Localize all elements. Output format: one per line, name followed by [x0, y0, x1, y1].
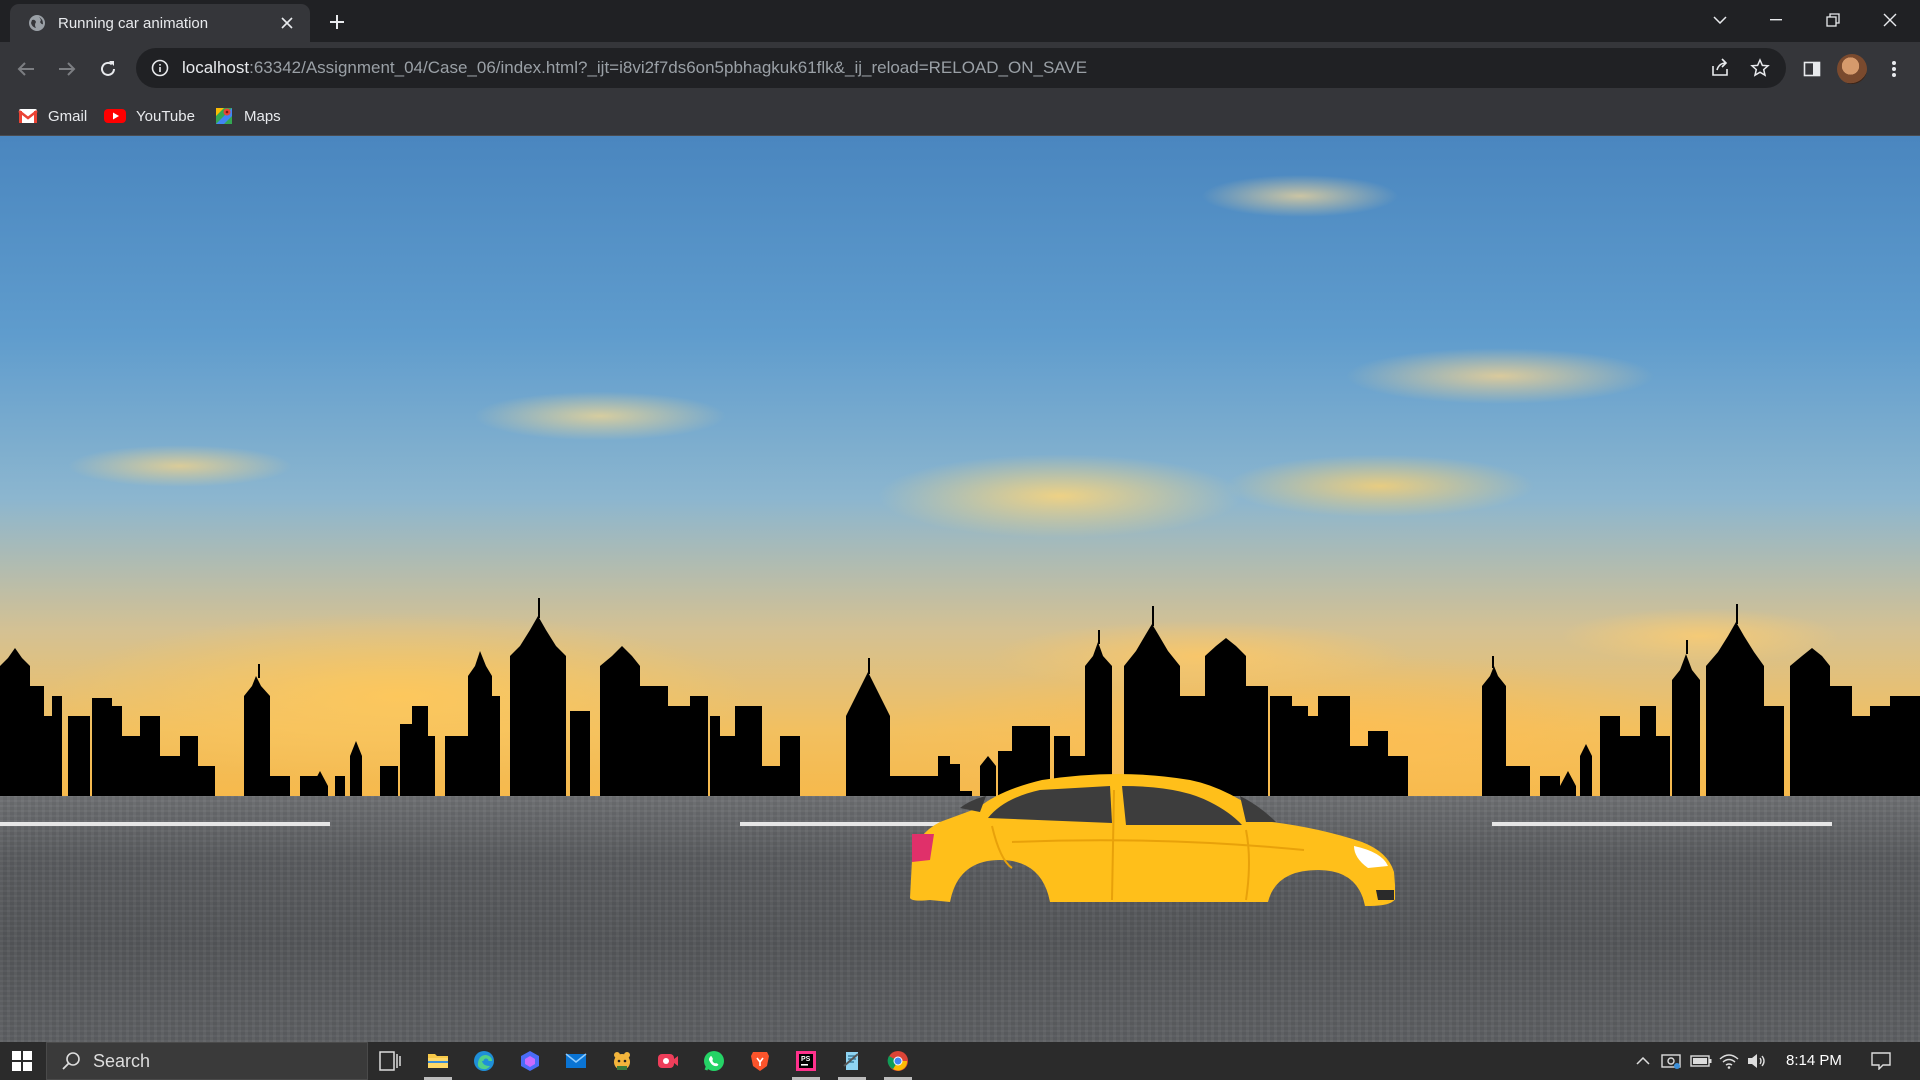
bookmark-label: Gmail [48, 107, 88, 125]
close-tab-icon[interactable] [276, 12, 298, 34]
forward-button[interactable] [51, 53, 83, 85]
maps-icon [216, 108, 232, 124]
svg-text:PS: PS [801, 1056, 811, 1063]
chrome-icon[interactable] [878, 1045, 918, 1080]
task-view-icon[interactable] [370, 1045, 410, 1077]
screen-recorder-icon[interactable] [648, 1045, 688, 1077]
volume-icon[interactable] [1744, 1048, 1770, 1074]
brave-icon[interactable] [740, 1045, 780, 1077]
bookmarks-bar: Gmail YouTube Maps [0, 96, 1920, 136]
battery-icon[interactable] [1688, 1048, 1714, 1074]
chevron-up-icon[interactable] [1630, 1048, 1656, 1074]
search-icon [62, 1052, 80, 1070]
mail-icon[interactable] [556, 1045, 596, 1077]
browser-toolbar: localhost:63342/Assignment_04/Case_06/in… [0, 42, 1920, 96]
file-explorer-icon[interactable] [418, 1045, 458, 1080]
bookmark-label: YouTube [136, 107, 195, 125]
bookmark-youtube[interactable]: YouTube [104, 104, 195, 128]
car-front-grille [1376, 890, 1394, 900]
notification-center-icon[interactable] [1868, 1048, 1894, 1074]
windows-taskbar: Search PS 8:14 PM [0, 1042, 1920, 1080]
url-path: :63342/Assignment_04/Case_06/index.html?… [249, 58, 1088, 77]
site-info-icon[interactable] [150, 58, 170, 78]
profile-avatar[interactable] [1837, 54, 1867, 84]
pets-app-icon[interactable] [602, 1045, 642, 1077]
copilot-icon[interactable] [510, 1045, 550, 1077]
notepad-icon[interactable] [832, 1045, 872, 1080]
lane-marking [0, 822, 330, 826]
minimize-button[interactable] [1748, 0, 1804, 40]
wifi-icon[interactable] [1716, 1048, 1742, 1074]
whatsapp-icon[interactable] [694, 1045, 734, 1077]
tab-title: Running car animation [58, 14, 209, 32]
bookmark-gmail[interactable]: Gmail [18, 104, 87, 128]
globe-icon [29, 15, 45, 31]
car-mirror [1240, 796, 1276, 822]
back-button[interactable] [10, 53, 42, 85]
address-bar[interactable]: localhost:63342/Assignment_04/Case_06/in… [136, 48, 1786, 88]
side-panel-icon[interactable] [1796, 53, 1828, 85]
gmail-icon [18, 109, 38, 123]
close-window-button[interactable] [1862, 0, 1918, 40]
yellow-car [910, 774, 1395, 906]
bookmark-maps[interactable]: Maps [214, 104, 281, 128]
meet-now-icon[interactable] [1658, 1048, 1684, 1074]
windows-logo-icon [12, 1051, 32, 1071]
jetbrains-icon[interactable]: PS [786, 1045, 826, 1080]
new-tab-button[interactable] [324, 9, 350, 35]
start-button[interactable] [0, 1042, 44, 1080]
lane-marking [1492, 822, 1832, 826]
share-icon[interactable] [1708, 56, 1732, 80]
browser-tab[interactable]: Running car animation [10, 4, 310, 42]
tab-search-button[interactable] [1692, 0, 1748, 40]
bookmark-star-icon[interactable] [1748, 56, 1772, 80]
url-host: localhost [182, 58, 250, 77]
search-placeholder: Search [93, 1050, 151, 1071]
reload-button[interactable] [92, 53, 124, 85]
taskbar-search-box[interactable]: Search [46, 1042, 368, 1080]
menu-dots-icon[interactable] [1878, 53, 1910, 85]
taskbar-clock[interactable]: 8:14 PM [1786, 1052, 1842, 1069]
tab-strip: Running car animation [0, 0, 1920, 42]
edge-icon[interactable] [464, 1045, 504, 1077]
restore-button[interactable] [1805, 0, 1861, 40]
page-viewport [0, 136, 1920, 1042]
bookmark-label: Maps [244, 107, 281, 125]
url-text: localhost:63342/Assignment_04/Case_06/in… [182, 58, 1087, 78]
youtube-icon [104, 109, 126, 123]
